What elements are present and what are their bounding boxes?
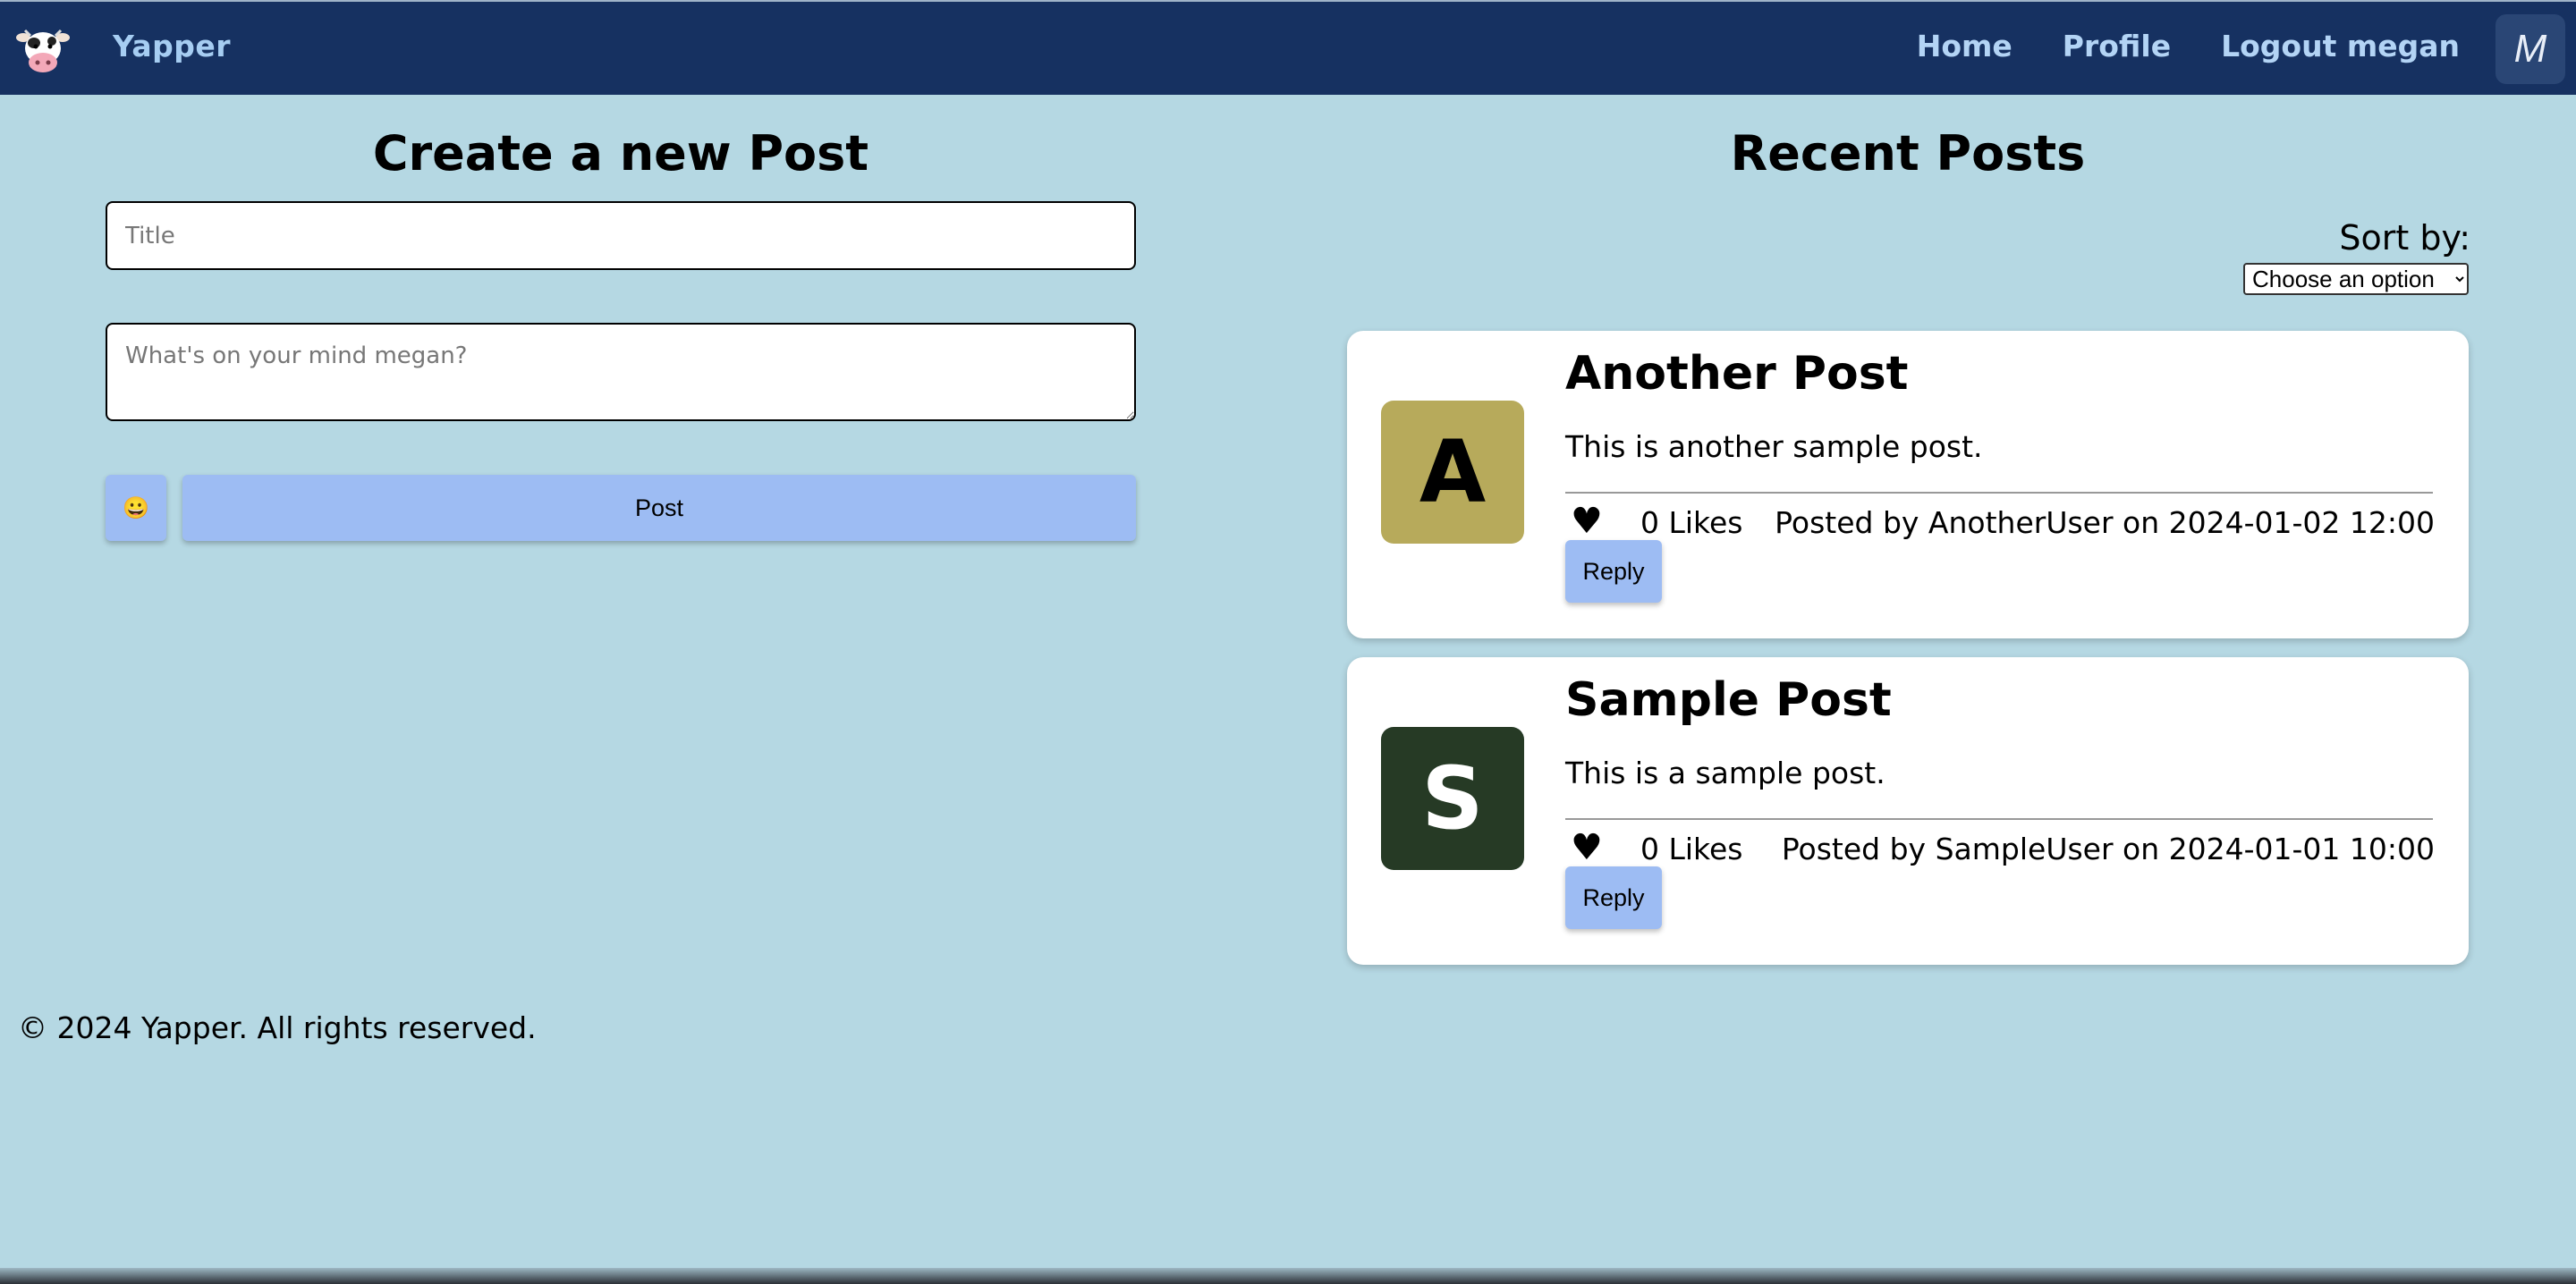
post-divider bbox=[1565, 492, 2433, 494]
sort-label: Sort by: bbox=[2339, 218, 2470, 258]
post-title: Another Post bbox=[1565, 347, 1909, 401]
submit-post-button[interactable]: Post bbox=[182, 475, 1136, 541]
create-post-heading: Create a new Post bbox=[372, 125, 869, 182]
post-title-input[interactable] bbox=[106, 201, 1136, 270]
smiley-icon: 😀 bbox=[123, 495, 149, 520]
likes-count: 0 Likes bbox=[1640, 505, 1743, 540]
post-body: This is another sample post. bbox=[1565, 429, 1983, 464]
sort-select[interactable]: Choose an option bbox=[2243, 263, 2469, 295]
reply-button[interactable]: Reply bbox=[1565, 866, 1662, 929]
emoji-picker-button[interactable]: 😀 bbox=[106, 475, 166, 541]
window-bottom-edge bbox=[0, 1268, 2576, 1284]
post-meta: Posted by AnotherUser on 2024-01-02 12:0… bbox=[1775, 505, 2435, 540]
post-title: Sample Post bbox=[1565, 673, 1892, 727]
post-card: A Another Post This is another sample po… bbox=[1347, 331, 2469, 638]
nav-links: Home Profile Logout megan bbox=[1867, 29, 2460, 63]
post-meta: Posted by SampleUser on 2024-01-01 10:00 bbox=[1781, 832, 2435, 866]
user-avatar[interactable]: M bbox=[2496, 14, 2565, 84]
recent-posts-heading: Recent Posts bbox=[1730, 125, 2086, 182]
footer-text: © 2024 Yapper. All rights reserved. bbox=[18, 1010, 537, 1045]
nav-home-link[interactable]: Home bbox=[1917, 29, 2012, 63]
heart-icon[interactable]: ♥ bbox=[1571, 501, 1603, 542]
nav-profile-link[interactable]: Profile bbox=[2063, 29, 2171, 63]
cow-logo-icon[interactable] bbox=[16, 25, 70, 75]
reply-button[interactable]: Reply bbox=[1565, 540, 1662, 603]
post-body-textarea[interactable] bbox=[106, 323, 1136, 421]
brand-name[interactable]: Yapper bbox=[113, 29, 231, 63]
post-card: S Sample Post This is a sample post. ♥ 0… bbox=[1347, 657, 2469, 965]
nav-logout-link[interactable]: Logout megan bbox=[2221, 29, 2460, 63]
heart-icon[interactable]: ♥ bbox=[1571, 827, 1603, 868]
post-divider bbox=[1565, 818, 2433, 820]
post-avatar: A bbox=[1381, 401, 1524, 544]
post-avatar: S bbox=[1381, 727, 1524, 870]
likes-count: 0 Likes bbox=[1640, 832, 1743, 866]
navbar: Yapper Home Profile Logout megan M bbox=[0, 0, 2576, 95]
post-body: This is a sample post. bbox=[1565, 756, 1885, 790]
